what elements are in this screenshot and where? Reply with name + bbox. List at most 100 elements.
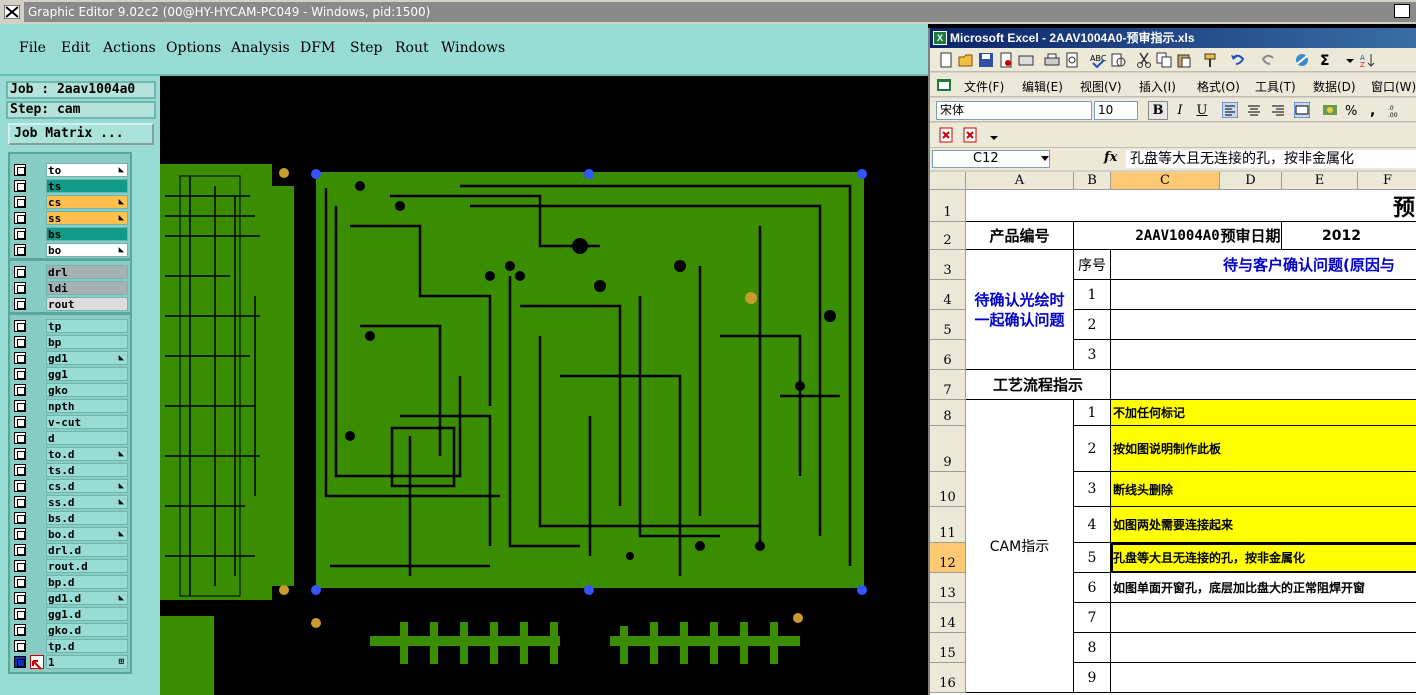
layer-name[interactable]: ss ◣	[46, 211, 128, 225]
paste-icon[interactable]	[1176, 52, 1192, 68]
print-icon[interactable]	[1044, 52, 1060, 68]
menu-insert[interactable]: 插入(I)	[1139, 78, 1176, 95]
menu-data[interactable]: 数据(D)	[1313, 78, 1356, 95]
sort-ascending-icon[interactable]: AZ	[1360, 52, 1376, 68]
comma-style-icon[interactable]: ,	[1366, 102, 1382, 118]
layer-affected-checkbox[interactable]	[14, 298, 26, 310]
row-header[interactable]: 12	[930, 543, 966, 573]
select-all-corner[interactable]	[930, 172, 966, 190]
column-header-d[interactable]: D	[1220, 172, 1282, 190]
layer-row[interactable]: gd1 ◣	[10, 350, 130, 366]
layer-row[interactable]: npth	[10, 398, 130, 414]
layer-row[interactable]: bs	[10, 226, 130, 242]
layer-affected-checkbox[interactable]	[14, 196, 26, 208]
cam-seq-number[interactable]: 6	[1074, 573, 1111, 603]
align-right-icon[interactable]	[1270, 102, 1286, 118]
excel-app-icon[interactable]: X	[933, 31, 947, 45]
layer-row[interactable]: ts	[10, 178, 130, 194]
confirm-header[interactable]: 待与客户确认问题(原因与	[1111, 250, 1416, 280]
cam-instruction-cell[interactable]: 不加任何标记	[1111, 400, 1416, 426]
menu-dfm[interactable]: DFM	[300, 40, 335, 56]
layer-name[interactable]: tp	[46, 319, 128, 333]
layer-affected-checkbox[interactable]	[14, 448, 26, 460]
layer-row[interactable]: bo.d ◣	[10, 526, 130, 542]
app-icon[interactable]	[2, 4, 22, 20]
menu-format[interactable]: 格式(O)	[1197, 78, 1240, 95]
layer-affected-checkbox[interactable]	[14, 624, 26, 636]
menu-window[interactable]: 窗口(W)	[1371, 78, 1416, 95]
layer-affected-checkbox[interactable]	[14, 228, 26, 240]
name-box-dropdown-icon[interactable]	[1040, 154, 1050, 164]
layer-name[interactable]: bs	[46, 227, 128, 241]
process-value-cell[interactable]	[1111, 370, 1416, 400]
layer-affected-checkbox[interactable]	[14, 528, 26, 540]
email-icon[interactable]	[1018, 52, 1034, 68]
layer-affected-checkbox[interactable]	[14, 640, 26, 652]
font-name-select[interactable]: 宋体	[936, 101, 1092, 120]
layer-affected-checkbox[interactable]	[14, 480, 26, 492]
layer-row[interactable]: tp.d	[10, 638, 130, 654]
cam-seq-number[interactable]: 7	[1074, 603, 1111, 633]
job-matrix-button[interactable]: Job Matrix ...	[8, 123, 154, 145]
layer-row[interactable]: cs.d ◣	[10, 478, 130, 494]
layer-name[interactable]: gko	[46, 383, 128, 397]
layer-row[interactable]: tp	[10, 318, 130, 334]
confirm-issue-cell[interactable]	[1111, 310, 1416, 340]
cam-instruction-cell[interactable]	[1111, 633, 1416, 663]
layer-affected-checkbox[interactable]	[14, 352, 26, 364]
layer-name[interactable]: bo.d ◣	[46, 527, 128, 541]
layer-affected-checkbox[interactable]	[14, 608, 26, 620]
layer-name[interactable]: to.d ◣	[46, 447, 128, 461]
column-header-c[interactable]: C	[1111, 172, 1220, 190]
cam-instruction-cell[interactable]: 断线头删除	[1111, 472, 1416, 507]
worksheet-grid[interactable]: A B C D E F 1 2 3 4 5 6 7 8 9 10 11 12 13 14 15 16 预产品编号 2AAV10…	[930, 172, 1416, 695]
layer-affected-checkbox[interactable]	[14, 320, 26, 332]
row-header[interactable]: 15	[930, 633, 966, 663]
layer-name[interactable]: gko.d	[46, 623, 128, 637]
layer-name[interactable]: drl.d	[46, 543, 128, 557]
layer-name[interactable]: gd1.d ◣	[46, 591, 128, 605]
layer-row[interactable]: rout.d	[10, 558, 130, 574]
font-size-select[interactable]: 10	[1094, 101, 1138, 120]
currency-icon[interactable]	[1322, 102, 1338, 118]
step-label[interactable]: Step: cam	[6, 101, 156, 119]
cam-instruction-cell[interactable]	[1111, 663, 1416, 693]
pdf-convert-icon[interactable]	[938, 127, 954, 143]
menu-edit[interactable]: Edit	[61, 40, 90, 56]
layer-affected-checkbox[interactable]	[14, 266, 26, 278]
layer-name[interactable]: tp.d	[46, 639, 128, 653]
layer-row[interactable]: cs ◣	[10, 194, 130, 210]
sheet-title-cell[interactable]: 预	[966, 190, 1416, 222]
menu-file[interactable]: File	[19, 40, 46, 56]
layer-name[interactable]: bo ◣	[46, 243, 128, 257]
menu-windows[interactable]: Windows	[441, 40, 505, 56]
layer-name[interactable]: ts	[46, 179, 128, 193]
confirm-issue-cell[interactable]	[1111, 340, 1416, 370]
review-date-label[interactable]: 预审日期	[1220, 222, 1282, 250]
save-icon[interactable]	[978, 52, 994, 68]
merge-center-icon[interactable]	[1294, 102, 1310, 118]
menu-edit[interactable]: 编辑(E)	[1022, 78, 1063, 95]
align-left-icon[interactable]	[1222, 102, 1238, 118]
undo-icon[interactable]	[1230, 52, 1246, 68]
layer-affected-checkbox[interactable]	[14, 244, 26, 256]
layer-name[interactable]: to ◣	[46, 163, 128, 177]
layer-affected-checkbox[interactable]	[14, 464, 26, 476]
cam-seq-number[interactable]: 9	[1074, 663, 1111, 693]
cam-seq-number[interactable]: 5	[1074, 543, 1111, 573]
layer-name[interactable]: bs.d	[46, 511, 128, 525]
layer-affected-checkbox[interactable]	[14, 180, 26, 192]
cam-instruction-cell[interactable]	[1111, 603, 1416, 633]
layer-name[interactable]: bp	[46, 335, 128, 349]
cam-seq-number[interactable]: 8	[1074, 633, 1111, 663]
layer-name[interactable]: cs ◣	[46, 195, 128, 209]
confirm-group-label[interactable]: 待确认光绘时一起确认问题	[966, 250, 1074, 370]
row-header[interactable]: 2	[930, 222, 966, 250]
cam-seq-number[interactable]: 4	[1074, 507, 1111, 543]
layer-row[interactable]: bp.d	[10, 574, 130, 590]
row-header[interactable]: 11	[930, 507, 966, 543]
layer-affected-checkbox[interactable]	[14, 560, 26, 572]
formula-input[interactable]: 孔盘等大且无连接的孔，按非金属化	[1126, 150, 1416, 168]
row-header[interactable]: 3	[930, 250, 966, 280]
column-header-a[interactable]: A	[966, 172, 1074, 190]
